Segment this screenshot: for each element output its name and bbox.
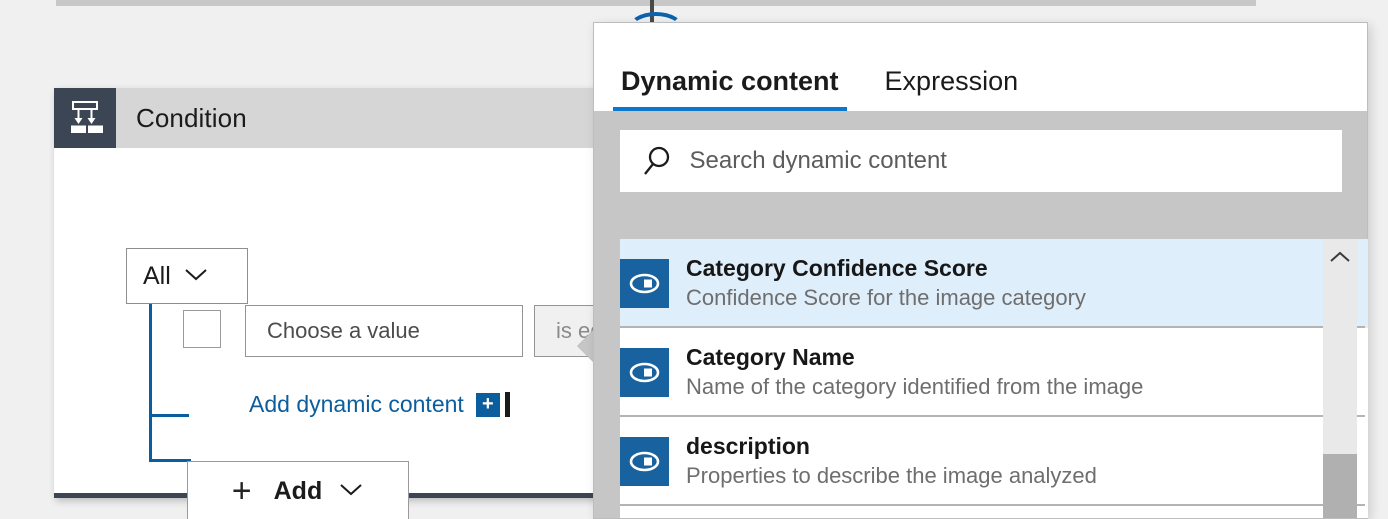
dynamic-content-scrollbar[interactable] [1323,239,1357,518]
condition-tree-branch-line-1 [149,414,189,417]
list-item[interactable]: Category Confidence Score Confidence Sco… [620,239,1368,328]
condition-tree-vertical-line [149,304,152,462]
list-item-description: Confidence Score for the image category [686,285,1086,311]
canvas-top-bar [56,0,1256,6]
condition-value-input[interactable]: Choose a value [245,305,523,357]
add-dynamic-content-link[interactable]: Add dynamic content + [249,391,510,418]
list-item-title: description [686,433,810,460]
list-item-description: Properties to describe the image analyze… [686,463,1097,489]
list-item-text: Category Name Name of the category ident… [686,343,1143,401]
dynamic-content-list: Category Confidence Score Confidence Sco… [620,239,1368,518]
list-item-description: Name of the category identified from the… [686,374,1144,400]
list-item-title: Category Confidence Score [686,255,988,282]
search-input[interactable]: Search dynamic content [619,130,1342,192]
text-caret-icon [504,392,510,417]
add-button[interactable]: + Add [187,461,409,519]
tab-expression[interactable]: Expression [877,66,1027,111]
list-item-title: Category Name [686,344,855,371]
add-button-label: Add [273,476,323,505]
condition-card-body: All Choose a value is equal to Add dynam… [54,148,669,519]
chevron-down-icon [183,266,209,287]
search-icon [642,145,672,177]
plus-badge-icon[interactable]: + [475,392,500,417]
condition-row-checkbox[interactable] [183,310,221,348]
dynamic-content-flyout: Dynamic content Expression Search dynami… [593,22,1368,519]
scrollbar-thumb[interactable] [1323,454,1357,518]
list-item[interactable]: Category Name Name of the category ident… [620,328,1368,417]
chevron-up-icon[interactable] [1323,239,1357,275]
screen-root: Condition All Choose a value is equal to [0,0,1388,519]
condition-card: Condition All Choose a value is equal to [54,88,669,519]
list-item-partial[interactable] [620,506,1368,518]
flyout-search-area: Search dynamic content [594,111,1367,211]
condition-value-placeholder: Choose a value [267,318,420,343]
list-item-text: Category Confidence Score Confidence Sco… [686,254,1086,312]
condition-branch-icon [54,88,116,148]
condition-title: Condition [136,102,247,133]
tab-dynamic-content[interactable]: Dynamic content [613,66,847,111]
plus-icon: + [231,472,252,510]
search-placeholder: Search dynamic content [689,147,947,174]
computer-vision-icon [620,437,669,486]
add-dynamic-content-label: Add dynamic content [249,391,464,417]
condition-card-header: Condition [54,88,614,148]
flyout-tab-list: Dynamic content Expression [594,23,1367,111]
chevron-down-icon [338,481,364,502]
list-item[interactable]: description Properties to describe the i… [620,417,1368,506]
group-operator-label: All [143,261,171,290]
list-item-text: description Properties to describe the i… [686,432,1097,490]
condition-tree-branch-line-2 [149,459,191,462]
computer-vision-icon [620,259,669,308]
computer-vision-icon [620,348,669,397]
group-operator-dropdown[interactable]: All [126,248,248,304]
